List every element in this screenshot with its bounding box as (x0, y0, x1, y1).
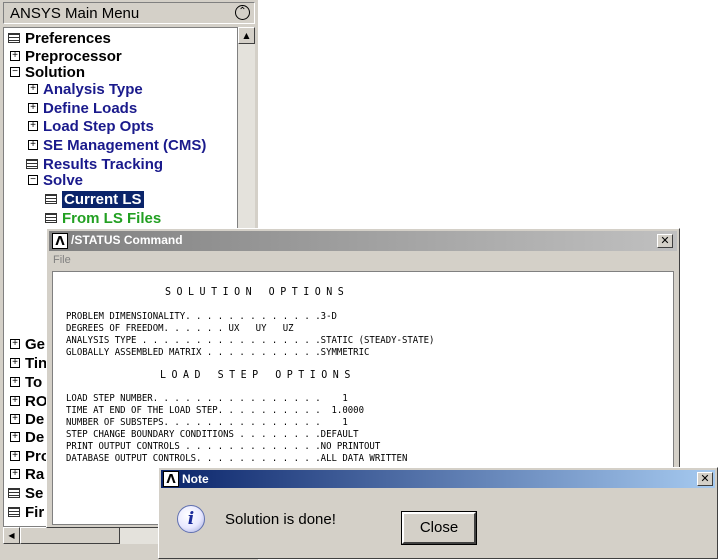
status-line: GLOBALLY ASSEMBLED MATRIX . . . . . . . … (66, 347, 370, 359)
expand-icon: + (10, 51, 20, 62)
menu-item-label: Results Tracking (43, 156, 164, 173)
note-dialog: Λ Note ✕ i Solution is done! Close (158, 467, 718, 559)
main-menu-header: ANSYS Main Menu ⌃ (3, 2, 255, 24)
main-menu-title: ANSYS Main Menu (10, 5, 140, 22)
menu-item-label: Preprocessor (25, 48, 122, 65)
expand-icon: + (10, 451, 20, 462)
menu-item-label: From LS Files (62, 210, 162, 227)
menu-item-general-postproc[interactable]: + Ge (10, 336, 45, 354)
menu-item-analysis-type[interactable]: + Analysis Type (28, 81, 143, 99)
menu-item-label: De (25, 411, 45, 428)
menu-item-label: Solve (43, 172, 84, 189)
expand-icon: + (10, 414, 20, 425)
menu-item-timehist-postpro[interactable]: + Tin (10, 355, 47, 373)
menu-item-label: Analysis Type (43, 81, 143, 98)
menu-item-label: Ge (25, 336, 46, 353)
menu-item-label: Se (25, 485, 44, 502)
collapse-icon: − (10, 67, 20, 78)
menu-item-rom-tool[interactable]: + RO (10, 393, 48, 411)
menu-item-load-step-opts[interactable]: + Load Step Opts (28, 118, 154, 136)
status-line: ANALYSIS TYPE . . . . . . . . . . . . . … (66, 335, 435, 347)
expand-icon: + (28, 103, 38, 114)
menu-item-from-ls-files[interactable]: From LS Files (45, 210, 161, 228)
note-message: Solution is done! (225, 511, 336, 528)
info-icon: i (177, 505, 205, 533)
menu-item-prob-design[interactable]: + Pro (10, 448, 50, 466)
menu-item-label: Solution (25, 64, 85, 81)
menu-item-design-opt[interactable]: + De (10, 411, 44, 429)
expand-icon: + (28, 121, 38, 132)
menu-item-current-ls[interactable]: Current LS (45, 191, 144, 209)
menu-item-finish[interactable]: Fir (8, 504, 44, 522)
menu-item-label: To (25, 374, 43, 391)
ansys-logo-icon: Λ (52, 233, 68, 249)
collapse-menu-icon[interactable]: ⌃ (235, 5, 250, 20)
close-icon[interactable]: ✕ (657, 234, 673, 248)
status-line: PRINT OUTPUT CONTROLS . . . . . . . . . … (66, 441, 381, 453)
status-line: PROBLEM DIMENSIONALITY. . . . . . . . . … (66, 311, 337, 323)
expand-icon: + (10, 432, 20, 443)
expand-icon: + (10, 469, 20, 480)
command-icon (45, 213, 57, 224)
scroll-up-arrow-icon[interactable]: ▲ (238, 27, 255, 44)
status-line: TIME AT END OF THE LOAD STEP. . . . . . … (66, 405, 365, 417)
menu-item-design-xplorer[interactable]: + De (10, 429, 44, 447)
command-icon (8, 507, 20, 518)
status-line: NUMBER OF SUBSTEPS. . . . . . . . . . . … (66, 417, 348, 429)
menu-item-solve[interactable]: − Solve (28, 172, 83, 190)
menu-item-session-editor[interactable]: Se (8, 485, 43, 503)
collapse-icon: − (28, 175, 38, 186)
status-line: DEGREES OF FREEDOM. . . . . . UX UY UZ (66, 323, 294, 335)
menu-item-label: SE Management (CMS) (43, 137, 207, 154)
menu-item-se-management[interactable]: + SE Management (CMS) (28, 137, 206, 155)
expand-icon: + (10, 396, 20, 407)
command-icon (45, 194, 57, 205)
menu-item-preferences[interactable]: Preferences (8, 30, 111, 48)
menu-item-label: Current LS (62, 191, 144, 208)
status-window-title: /STATUS Command (71, 233, 183, 247)
menu-item-label: Tin (25, 355, 48, 372)
solution-options-heading: SOLUTION OPTIONS (165, 286, 350, 299)
status-line: LOAD STEP NUMBER. . . . . . . . . . . . … (66, 393, 348, 405)
command-icon (8, 488, 20, 499)
menu-item-define-loads[interactable]: + Define Loads (28, 100, 137, 118)
expand-icon: + (10, 358, 20, 369)
status-menu-file[interactable]: File (53, 254, 71, 266)
menu-item-label: Ra (25, 466, 45, 483)
expand-icon: + (10, 377, 20, 388)
expand-icon: + (10, 339, 20, 350)
close-button[interactable]: Close (401, 511, 477, 545)
note-dialog-title: Note (182, 472, 209, 486)
scroll-left-arrow-icon[interactable]: ◀ (3, 527, 20, 544)
menu-item-solution[interactable]: − Solution (10, 64, 85, 82)
command-icon (8, 33, 20, 44)
menu-item-label: RO (25, 393, 48, 410)
status-line: DATABASE OUTPUT CONTROLS. . . . . . . . … (66, 453, 408, 465)
menu-item-radiation-opt[interactable]: + Ra (10, 466, 44, 484)
expand-icon: + (28, 84, 38, 95)
menu-item-label: Fir (25, 504, 45, 521)
command-icon (26, 159, 38, 170)
note-dialog-titlebar[interactable]: Λ Note ✕ (161, 470, 715, 488)
ansys-logo-icon: Λ (163, 471, 179, 487)
menu-item-label: Preferences (25, 30, 111, 47)
status-window-titlebar[interactable]: Λ /STATUS Command ✕ (49, 231, 677, 251)
load-step-options-heading: LOAD STEP OPTIONS (160, 369, 356, 382)
menu-item-label: Define Loads (43, 100, 138, 117)
scroll-thumb[interactable] (20, 527, 120, 544)
expand-icon: + (28, 140, 38, 151)
menu-item-label: De (25, 429, 45, 446)
menu-item-label: Load Step Opts (43, 118, 154, 135)
status-line: STEP CHANGE BOUNDARY CONDITIONS . . . . … (66, 429, 359, 441)
close-icon[interactable]: ✕ (697, 472, 713, 486)
menu-item-topological-opt[interactable]: + To (10, 374, 42, 392)
